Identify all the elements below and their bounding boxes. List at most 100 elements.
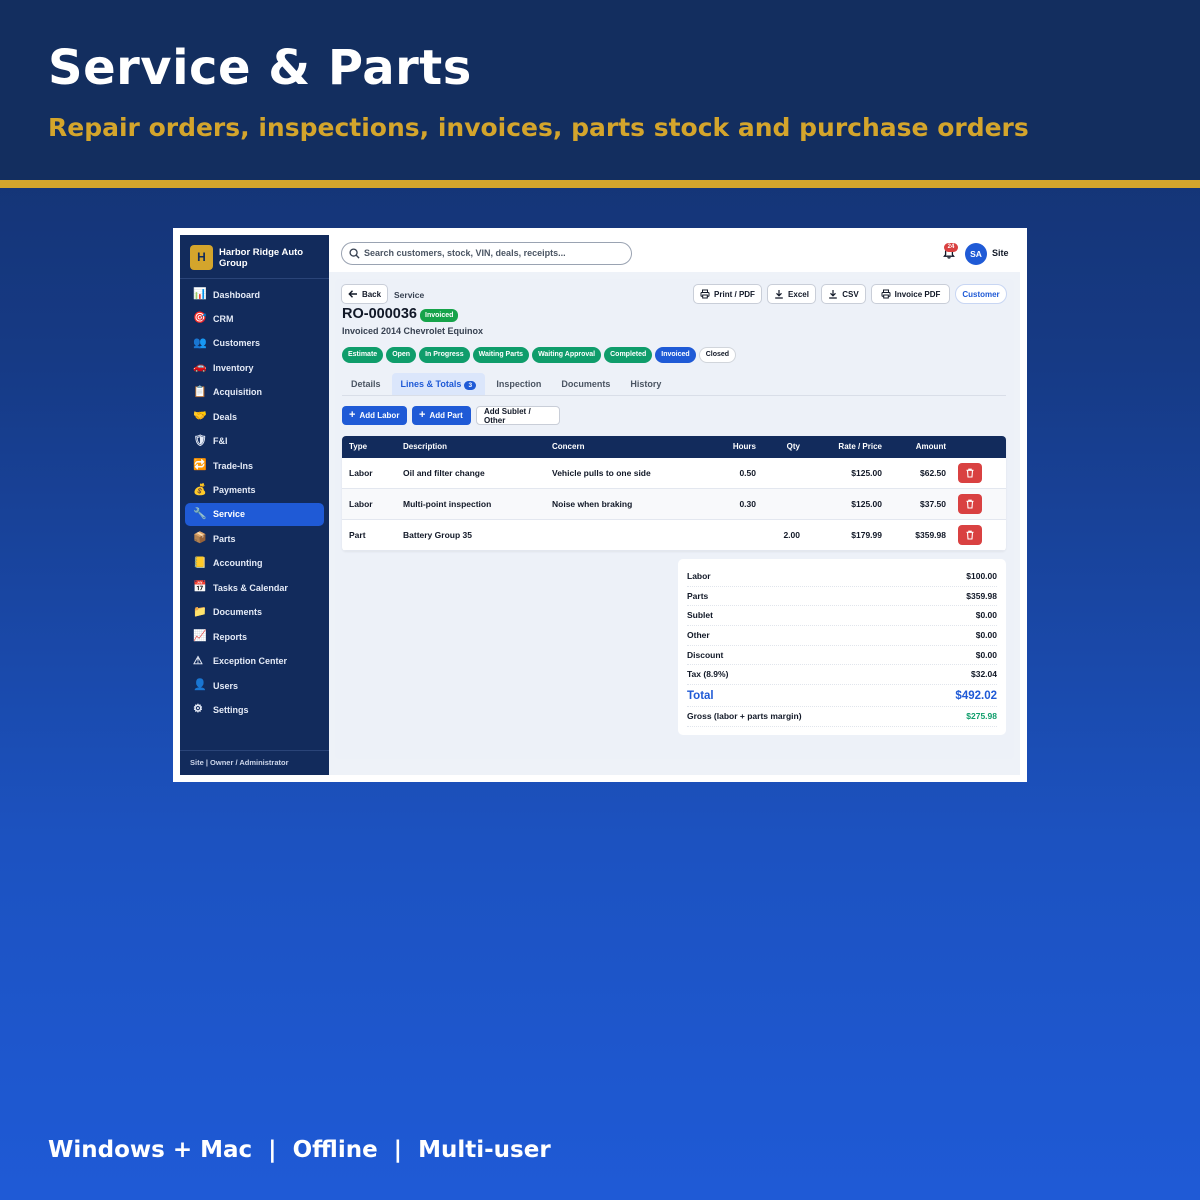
add-sublet-label: Add Sublet / Other [484, 406, 531, 425]
totals-row-total: Total $492.02 [687, 685, 997, 708]
handshake-icon: 🤝 [193, 410, 207, 423]
brand-logo: H [190, 245, 213, 270]
header-banner: Service & Parts Repair orders, inspectio… [0, 0, 1200, 180]
main-content: Back Service Print / PDF Excel CSV Invoi… [329, 272, 1020, 775]
sidebar-item-customers[interactable]: 👥 Customers [185, 332, 324, 355]
tab-lines-totals[interactable]: Lines & Totals 3 [391, 373, 486, 395]
sidebar-item-deals[interactable]: 🤝 Deals [185, 405, 324, 428]
app-window: H Harbor Ridge Auto Group 📊 Dashboard 🎯 CRM… [180, 235, 1020, 775]
print-pdf-button[interactable]: Print / PDF [693, 284, 762, 304]
sidebar-item-settings[interactable]: ⚙ Settings [185, 698, 324, 721]
sidebar-item-documents[interactable]: 📁 Documents [185, 601, 324, 624]
status-step-in-progress[interactable]: In Progress [419, 347, 470, 363]
cell-description: Battery Group 35 [403, 530, 472, 540]
invoice-pdf-button[interactable]: Invoice PDF [871, 284, 950, 304]
excel-export-button[interactable]: Excel [767, 284, 816, 304]
delete-line-button[interactable] [958, 525, 982, 545]
back-button[interactable]: Back [341, 284, 388, 304]
target-icon: 🎯 [193, 312, 207, 325]
avatar[interactable]: SA [965, 243, 987, 265]
sidebar-item-label: Customers [213, 338, 261, 349]
search-input[interactable]: Search customers, stock, VIN, deals, rec… [341, 242, 632, 265]
sidebar-item-label: Documents [213, 607, 263, 618]
repair-order-subtitle: Invoiced 2014 Chevrolet Equinox [342, 326, 484, 336]
brand: H Harbor Ridge Auto Group [180, 235, 329, 279]
cell-description: Multi-point inspection [403, 499, 492, 509]
status-step-waiting-approval[interactable]: Waiting Approval [532, 347, 602, 363]
cell-concern: Noise when braking [552, 499, 633, 509]
sidebar-item-label: Trade-Ins [213, 460, 254, 471]
tab-inspection[interactable]: Inspection [487, 373, 550, 395]
tab-history[interactable]: History [621, 373, 670, 395]
sidebar-item-acquisition[interactable]: 📋 Acquisition [185, 381, 324, 404]
sidebar-item-crm[interactable]: 🎯 CRM [185, 307, 324, 330]
totals-value: $275.98 [966, 711, 997, 722]
brand-name: Harbor Ridge Auto Group [219, 247, 304, 269]
sidebar-item-payments[interactable]: 💰 Payments [185, 479, 324, 502]
tab-documents[interactable]: Documents [552, 373, 619, 395]
delete-line-button[interactable] [958, 463, 982, 483]
table-row: Labor Multi-point inspection Noise when br… [342, 489, 1006, 520]
customer-button[interactable]: Customer [955, 284, 1007, 304]
sidebar-item-parts[interactable]: 📦 Parts [185, 527, 324, 550]
printer-icon [881, 289, 891, 299]
cell-concern: Vehicle pulls to one side [552, 468, 651, 478]
status-step-completed[interactable]: Completed [604, 347, 653, 363]
column-header: Amount [915, 442, 946, 451]
csv-export-button[interactable]: CSV [821, 284, 866, 304]
sidebar-item-tasks-calendar[interactable]: 📅 Tasks & Calendar [185, 576, 324, 599]
cell-rate: $125.00 [851, 468, 882, 478]
chart-icon: 📊 [193, 288, 207, 300]
plus-icon: + [349, 409, 356, 421]
add-labor-button[interactable]: + Add Labor [342, 406, 407, 425]
ledger-icon: 📒 [193, 556, 207, 569]
status-step-waiting-parts[interactable]: Waiting Parts [472, 347, 530, 363]
sidebar-item-label: Reports [213, 631, 248, 642]
sidebar-item-f-i[interactable]: 🛡 F&I [185, 430, 324, 453]
tab-label: History [630, 379, 662, 389]
sidebar-item-accounting[interactable]: 📒 Accounting [185, 552, 324, 575]
status-step-estimate[interactable]: Estimate [342, 347, 384, 363]
notification-badge: 24 [944, 243, 958, 252]
tab-label: Lines & Totals [400, 379, 462, 389]
breadcrumb: Service [394, 290, 425, 300]
totals-value: $0.00 [975, 649, 997, 660]
totals-value: $359.98 [966, 590, 997, 601]
status-step-closed[interactable]: Closed [698, 347, 737, 363]
trash-icon [966, 468, 974, 478]
sidebar-item-exception-center[interactable]: ⚠ Exception Center [185, 650, 324, 673]
sidebar-item-users[interactable]: 👤 Users [185, 674, 324, 697]
user-label[interactable]: Site [992, 248, 1009, 258]
sidebar-item-dashboard[interactable]: 📊 Dashboard [185, 283, 324, 306]
totals-value: $100.00 [966, 571, 997, 581]
status-step-open[interactable]: Open [386, 347, 417, 363]
sidebar-item-reports[interactable]: 📈 Reports [185, 625, 324, 648]
status-step-invoiced[interactable]: Invoiced [655, 347, 696, 363]
delete-line-button[interactable] [958, 494, 982, 514]
add-part-button[interactable]: + Add Part [412, 406, 471, 425]
csv-label: CSV [842, 289, 859, 299]
totals-label: Total [687, 690, 714, 703]
back-label: Back [361, 289, 382, 299]
tab-details[interactable]: Details [342, 373, 390, 395]
sidebar-item-service[interactable]: 🔧 Service [185, 502, 324, 526]
sidebar-item-inventory[interactable]: 🚗 Inventory [185, 356, 324, 379]
sidebar-item-trade-ins[interactable]: 🔁 Trade-Ins [185, 454, 324, 477]
banner-subtitle: Repair orders, inspections, invoices, pa… [48, 113, 1029, 142]
cell-qty: 2.00 [783, 530, 800, 540]
add-sublet-button[interactable]: Add Sublet / Other [476, 406, 560, 425]
trash-icon [966, 499, 974, 509]
user-icon: 👤 [193, 679, 207, 691]
column-header: Rate / Price [838, 442, 882, 451]
totals-value: $32.04 [971, 669, 997, 680]
totals-row-discount: Discount $0.00 [687, 646, 997, 666]
totals-label: Gross (labor + parts margin) [687, 711, 802, 722]
car-icon: 🚗 [193, 361, 207, 374]
totals-label: Parts [687, 590, 709, 601]
sidebar-item-label: Tasks & Calendar [213, 582, 288, 593]
calendar-icon: 📅 [193, 581, 207, 594]
cell-type: Part [349, 530, 366, 540]
cell-rate: $125.00 [851, 499, 882, 509]
trash-icon [966, 530, 974, 540]
plus-icon: + [419, 409, 426, 421]
